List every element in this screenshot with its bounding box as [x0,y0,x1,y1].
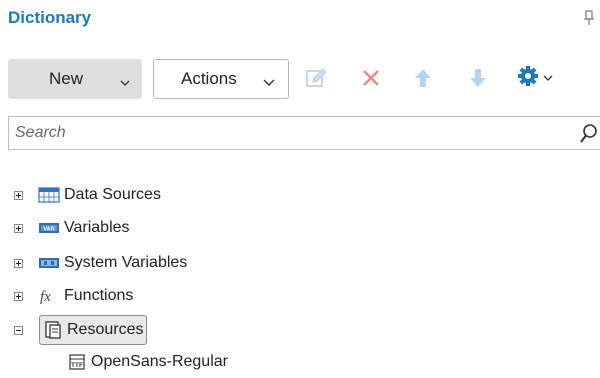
pin-icon[interactable] [583,10,595,26]
tree-item-label: Data Sources [64,186,161,203]
resources-icon [42,321,64,339]
system-variables-icon [38,254,60,272]
panel-title: Dictionary [8,8,92,27]
chevron-down-icon [263,74,275,92]
selected-item-highlight: Resources [39,315,148,345]
tree-item-functions[interactable]: fx Functions [14,284,133,308]
settings-menu[interactable] [515,64,555,92]
search-input[interactable] [9,117,575,149]
tree-item-label: Functions [64,287,134,304]
expand-icon[interactable] [14,223,23,233]
functions-icon: fx [38,287,60,305]
actions-button-label: Actions [181,69,237,88]
chevron-down-icon [120,74,130,92]
search-icon[interactable] [579,123,599,150]
svg-text:VAR: VAR [43,226,54,232]
gear-icon [517,65,539,92]
actions-button[interactable]: Actions [153,59,289,99]
variables-icon: VAR [38,219,60,237]
edit-icon[interactable] [303,64,329,92]
tree-item-opensans-regular[interactable]: TTF OpenSans-Regular [67,350,228,374]
tree-item-label: Variables [64,219,130,236]
expand-icon[interactable] [14,258,23,268]
tree-item-variables[interactable]: VAR Variables [14,216,130,240]
svg-text:fx: fx [40,289,51,305]
font-resource-icon: TTF [67,353,87,371]
arrow-up-icon[interactable] [410,64,436,92]
expand-icon[interactable] [14,291,23,301]
collapse-icon[interactable] [14,325,23,335]
arrow-down-icon[interactable] [465,64,491,92]
new-button[interactable]: New [8,59,142,99]
tree-item-label: OpenSans-Regular [91,353,228,370]
delete-icon[interactable] [358,64,384,92]
tree-item-system-variables[interactable]: System Variables [14,251,187,275]
svg-text:TTF: TTF [71,362,83,369]
search-box [8,116,600,150]
data-sources-icon [38,186,60,204]
new-button-label: New [49,69,84,88]
tree-item-data-sources[interactable]: Data Sources [14,183,161,207]
expand-icon[interactable] [14,190,23,200]
tree-item-resources[interactable]: Resources [14,315,148,345]
tree-item-label: Resources [67,321,144,338]
chevron-down-icon [543,69,553,87]
tree-item-label: System Variables [64,254,188,271]
